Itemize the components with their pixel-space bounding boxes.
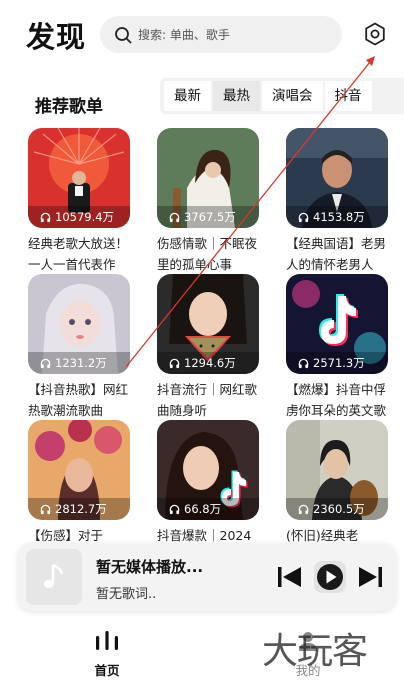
playlist-card[interactable]: 1231.2万 【抖音热歌】网红热歌潮流歌曲 [28,274,130,421]
playlist-cover: 66.8万 [157,420,259,520]
playlist-cover: 4153.8万 [286,128,388,228]
play-icon [317,564,343,590]
playlist-cover: 1294.6万 [157,274,259,374]
play-count: 4153.8万 [286,206,388,228]
playlist-card[interactable]: 2812.7万 【伤感】对于 [28,420,130,558]
playlist-cover: 2360.5万 [286,420,388,520]
gear-icon [365,22,385,46]
playlist-card[interactable]: 66.8万 抖音爆款｜2024 [157,420,259,558]
headphones-icon [298,212,309,222]
headphones-icon [298,504,309,514]
playlist-cover: 2571.3万 [286,274,388,374]
recommended-section-header: 推荐歌单 最新 最热 演唱会 抖音 [0,78,404,117]
music-note-icon [44,563,64,588]
play-count: 66.8万 [157,498,259,520]
headphones-icon [40,358,51,368]
home-bars-icon [96,631,118,650]
previous-button[interactable] [276,563,304,591]
mini-player[interactable]: 暂无媒体播放... 暂无歌词.. [18,543,396,611]
playlist-cover: 2812.7万 [28,420,130,520]
tab-douyin[interactable]: 抖音 [324,81,372,111]
search-placeholder: 搜索: 单曲、歌手 [138,28,230,42]
section-title: 推荐歌单 [35,97,103,117]
settings-button[interactable] [361,20,389,48]
tab-hottest[interactable]: 最热 [213,81,260,111]
play-count: 3767.5万 [157,206,259,228]
page-title: 发现 [26,20,87,54]
playlist-title: 【经典国语】老男人的情怀老男人 [286,236,387,272]
tab-newest[interactable]: 最新 [164,81,211,111]
playlist-card[interactable]: 10579.4万 经典老歌大放送！一人一首代表作 [28,128,130,275]
search-input[interactable]: 搜索: 单曲、歌手 [100,16,342,53]
play-count: 2812.7万 [28,498,130,520]
search-icon [115,26,132,43]
headphones-icon [169,504,180,514]
playlist-title: 抖音流行｜网红歌曲随身听 [157,382,258,418]
playlist-card[interactable]: 1294.6万 抖音流行｜网红歌曲随身听 [157,274,259,421]
playlist-title: 【抖音热歌】网红热歌潮流歌曲 [28,382,129,418]
player-title: 暂无媒体播放... [96,558,204,576]
playlist-cover: 10579.4万 [28,128,130,228]
tab-concert[interactable]: 演唱会 [262,81,323,111]
nav-home[interactable]: 首页 [67,630,147,679]
next-button[interactable] [356,563,384,591]
playlist-card[interactable]: 2360.5万 (怀旧)经典老 [286,420,388,558]
playlist-cover: 3767.5万 [157,128,259,228]
playlist-title: 经典老歌大放送！一人一首代表作 [28,236,129,272]
player-lyrics: 暂无歌词.. [96,587,157,602]
playlist-cover: 1231.2万 [28,274,130,374]
playlist-tabs: 最新 最热 演唱会 抖音 [160,78,404,114]
watermark: 大玩客 [262,631,368,672]
headphones-icon [40,504,51,514]
next-icon [359,567,382,587]
headphones-icon [298,358,309,368]
playlist-card[interactable]: 3767.5万 伤感情歌｜不眠夜里的孤单心事 [157,128,259,275]
headphones-icon [169,212,180,222]
play-count: 2360.5万 [286,498,388,520]
nav-home-label: 首页 [94,663,120,678]
play-count: 10579.4万 [28,206,130,228]
playlist-title: 【燃爆】抖音中俘虏你耳朵的英文歌 [286,382,387,418]
player-artwork [26,549,82,605]
headphones-icon [169,358,180,368]
play-button[interactable] [314,561,346,593]
play-count: 2571.3万 [286,352,388,374]
playlist-title: 伤感情歌｜不眠夜里的孤单心事 [157,236,258,272]
playlist-card[interactable]: 2571.3万 【燃爆】抖音中俘虏你耳朵的英文歌 [286,274,388,421]
headphones-icon [40,212,51,222]
play-count: 1231.2万 [28,352,130,374]
header: 发现 搜索: 单曲、歌手 [0,0,404,70]
previous-icon [278,567,301,587]
play-count: 1294.6万 [157,352,259,374]
playlist-card[interactable]: 4153.8万 【经典国语】老男人的情怀老男人 [286,128,388,275]
playlist-grid: 10579.4万 经典老歌大放送！一人一首代表作 3767.5万 伤感情歌｜不眠… [28,128,388,558]
